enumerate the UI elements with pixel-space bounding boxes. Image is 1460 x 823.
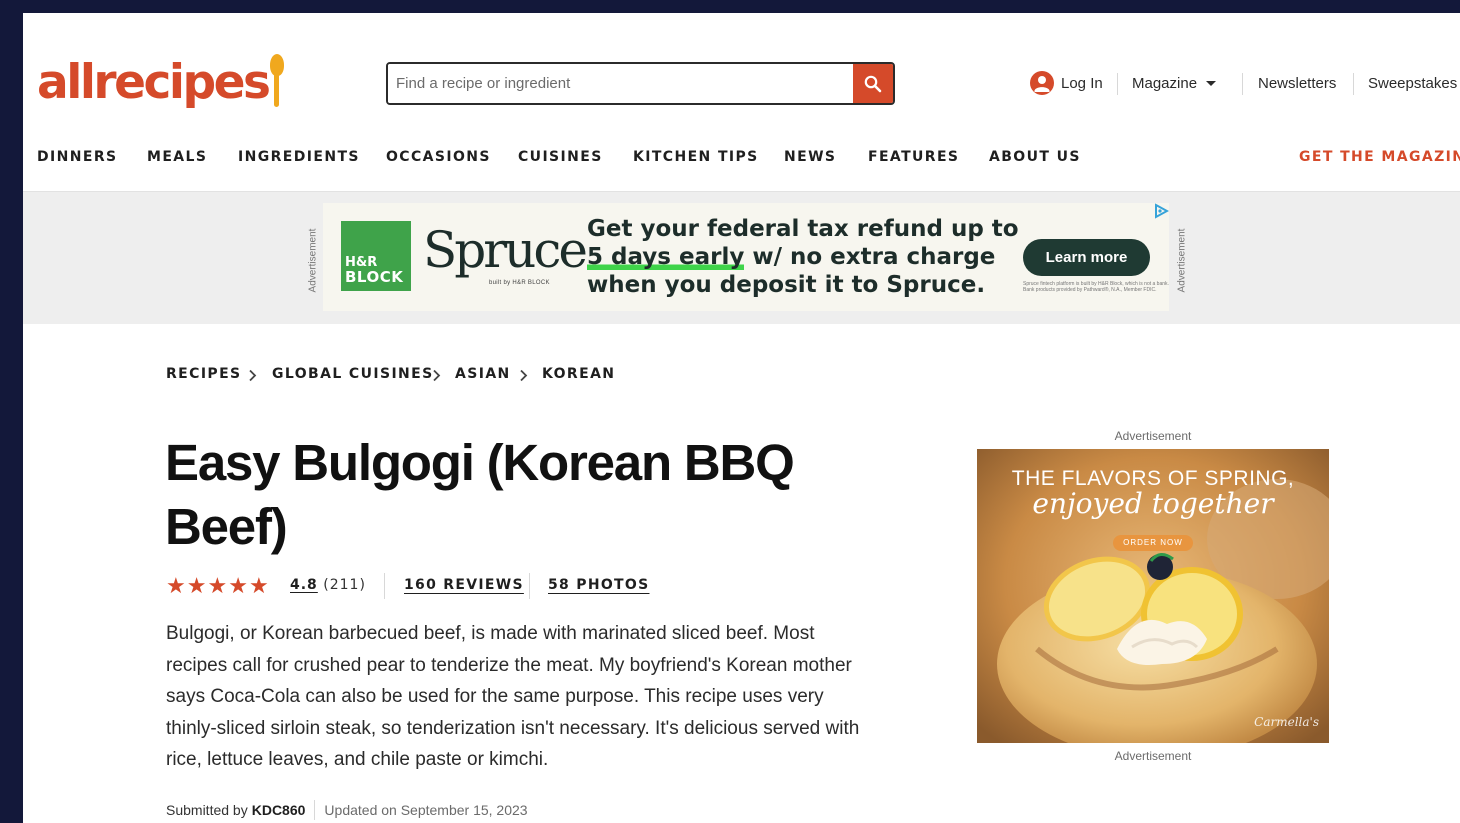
hr-block-logo: H&R BLOCK (341, 221, 411, 291)
nav-item-about-us[interactable]: ABOUT US (989, 149, 1081, 165)
updated-date: Updated on September 15, 2023 (324, 802, 528, 818)
search-bar (386, 62, 895, 105)
nav-item-news[interactable]: NEWS (784, 149, 836, 165)
submitted-by-label: Submitted by (166, 802, 248, 818)
rating-value[interactable]: 4.8 (290, 577, 318, 593)
breadcrumb-korean[interactable]: KOREAN (542, 366, 615, 382)
nav-item-meals[interactable]: MEALS (147, 149, 207, 165)
breadcrumb-global-cuisines[interactable]: GLOBAL CUISINES (272, 366, 434, 382)
ad-headline-line2-rest: w/ no extra charge (744, 244, 996, 270)
search-button[interactable] (853, 64, 893, 103)
rating-count: (211) (323, 577, 366, 593)
star-icon: ★ (166, 573, 186, 598)
author-link[interactable]: KDC860 (252, 802, 306, 818)
adchoices-icon[interactable] (1153, 203, 1169, 219)
star-icon: ★ (248, 573, 269, 598)
divider (384, 573, 385, 599)
breadcrumb-asian[interactable]: ASIAN (455, 366, 511, 382)
get-magazine-link[interactable]: GET THE MAGAZINE (1299, 149, 1460, 165)
user-icon (1030, 71, 1054, 95)
login-label: Log In (1061, 74, 1103, 92)
divider (314, 800, 316, 820)
nav-item-occasions[interactable]: OCCASIONS (386, 149, 491, 165)
ad-highlight: 5 days early (587, 244, 745, 270)
spruce-logo: Spruce (423, 221, 588, 279)
magazine-dropdown[interactable]: Magazine (1132, 71, 1217, 95)
ad-headline: Get your federal tax refund up to 5 days… (587, 215, 1019, 299)
ad-label-right: Advertisement (1176, 228, 1188, 293)
divider (529, 573, 530, 599)
allrecipes-logo[interactable]: allrecipes (37, 53, 285, 113)
chevron-right-icon (520, 369, 528, 382)
nav-item-features[interactable]: FEATURES (868, 149, 959, 165)
nav-item-dinners[interactable]: DINNERS (37, 149, 118, 165)
newsletters-link[interactable]: Newsletters (1258, 71, 1336, 95)
nav-item-ingredients[interactable]: INGREDIENTS (238, 149, 360, 165)
ad-label-left: Advertisement (307, 228, 319, 293)
recipe-description: Bulgogi, or Korean barbecued beef, is ma… (166, 623, 860, 770)
logo-text: allrecipes (37, 55, 271, 110)
divider (1353, 73, 1354, 95)
nav-item-cuisines[interactable]: CUISINES (518, 149, 603, 165)
chevron-right-icon (433, 369, 441, 382)
divider (1117, 73, 1118, 95)
hr-block-line2: BLOCK (345, 268, 404, 286)
divider (1242, 73, 1243, 95)
star-icon: ★ (186, 573, 207, 598)
learn-more-button[interactable]: Learn more (1023, 239, 1150, 276)
ad-fine-print: Spruce fintech platform is built by H&R … (1023, 281, 1169, 293)
caret-down-icon (1206, 80, 1217, 86)
search-input[interactable] (388, 64, 853, 103)
reviews-link[interactable]: 160 REVIEWS (404, 577, 524, 593)
ad-headline-line3: when you deposit it to Spruce. (587, 272, 986, 298)
sweepstakes-label: Sweepstakes (1368, 74, 1458, 92)
page: allrecipes Log In Magazine Newsletters S… (23, 13, 1460, 823)
byline: Submitted by KDC860 Updated on September… (166, 800, 528, 820)
ad-headline-line2: 5 days early w/ no extra charge (587, 243, 1019, 271)
search-icon (864, 75, 882, 92)
side-ad-label-top: Advertisement (1114, 429, 1192, 443)
breadcrumb-recipes[interactable]: RECIPES (166, 366, 242, 382)
chevron-right-icon (249, 369, 257, 382)
login-link[interactable]: Log In (1030, 71, 1103, 95)
spoon-icon (269, 54, 285, 110)
ad-headline-line1: Get your federal tax refund up to (587, 216, 1019, 242)
star-icon: ★ (207, 573, 228, 598)
recipe-title: Easy Bulgogi (Korean BBQ Beef) (165, 434, 795, 555)
rating-summary: 4.8 (211) (290, 577, 366, 593)
order-now-button[interactable]: ORDER NOW (1113, 535, 1193, 551)
star-icon: ★ (228, 573, 248, 598)
carmellas-logo: Carmella's (1254, 715, 1319, 729)
sweepstakes-link[interactable]: Sweepstakes (1368, 71, 1457, 95)
rating-stars[interactable]: ★ ★ ★ ★ ★ (166, 575, 269, 597)
photos-link[interactable]: 58 PHOTOS (548, 577, 649, 593)
nav-item-kitchen-tips[interactable]: KITCHEN TIPS (633, 149, 759, 165)
banner-ad[interactable]: H&R BLOCK Spruce built by H&R BLOCK Get … (323, 203, 1169, 311)
side-ad[interactable]: THE FLAVORS OF SPRING, enjoyed together … (977, 449, 1329, 743)
side-ad-label-bottom: Advertisement (1114, 749, 1192, 763)
newsletters-label: Newsletters (1258, 74, 1337, 92)
side-ad-subline: enjoyed together (1032, 487, 1274, 520)
spruce-sub: built by H&R BLOCK (489, 280, 550, 286)
magazine-label: Magazine (1132, 74, 1198, 92)
